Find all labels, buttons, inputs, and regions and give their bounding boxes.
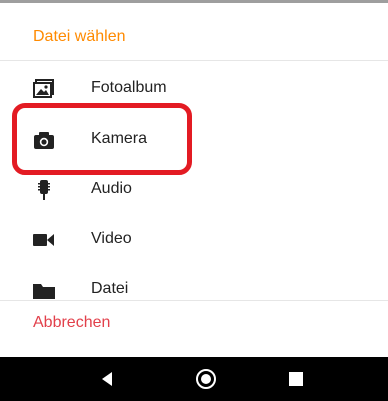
recents-button[interactable] [266, 357, 326, 401]
cancel-button[interactable]: Abbrechen [33, 314, 110, 332]
list-item-label: Video [91, 230, 132, 247]
bottom-divider [0, 300, 388, 301]
list-item-audio[interactable]: Audio [0, 165, 388, 215]
list-item-label: Kamera [91, 130, 148, 147]
list-item-fotoalbum[interactable]: Fotoalbum [0, 64, 388, 114]
microphone-icon [33, 180, 55, 200]
home-button[interactable] [176, 357, 236, 401]
list-item-label: Fotoalbum [91, 79, 167, 96]
dialog-title: Datei wählen [33, 28, 126, 45]
list-item-datei[interactable]: Datei [0, 265, 388, 300]
back-icon [102, 372, 112, 386]
camera-icon [33, 130, 55, 150]
back-button[interactable] [78, 357, 138, 401]
home-icon [196, 369, 216, 389]
recents-icon [289, 372, 303, 386]
list-item-kamera[interactable]: Kamera [0, 115, 388, 165]
file-chooser-screen: Datei wählen Fotoalbum Kamera Audio Vide… [0, 0, 388, 401]
folder-icon [33, 280, 55, 300]
video-camera-icon [33, 230, 55, 250]
navigation-bar [0, 357, 388, 401]
list-item-label: Audio [91, 180, 132, 197]
list-item-label: Datei [91, 280, 129, 297]
list-item-video[interactable]: Video [0, 215, 388, 265]
source-list: Fotoalbum Kamera Audio Video Datei [0, 62, 388, 300]
dialog-header: Datei wählen [0, 3, 388, 61]
photo-album-icon [33, 79, 55, 99]
